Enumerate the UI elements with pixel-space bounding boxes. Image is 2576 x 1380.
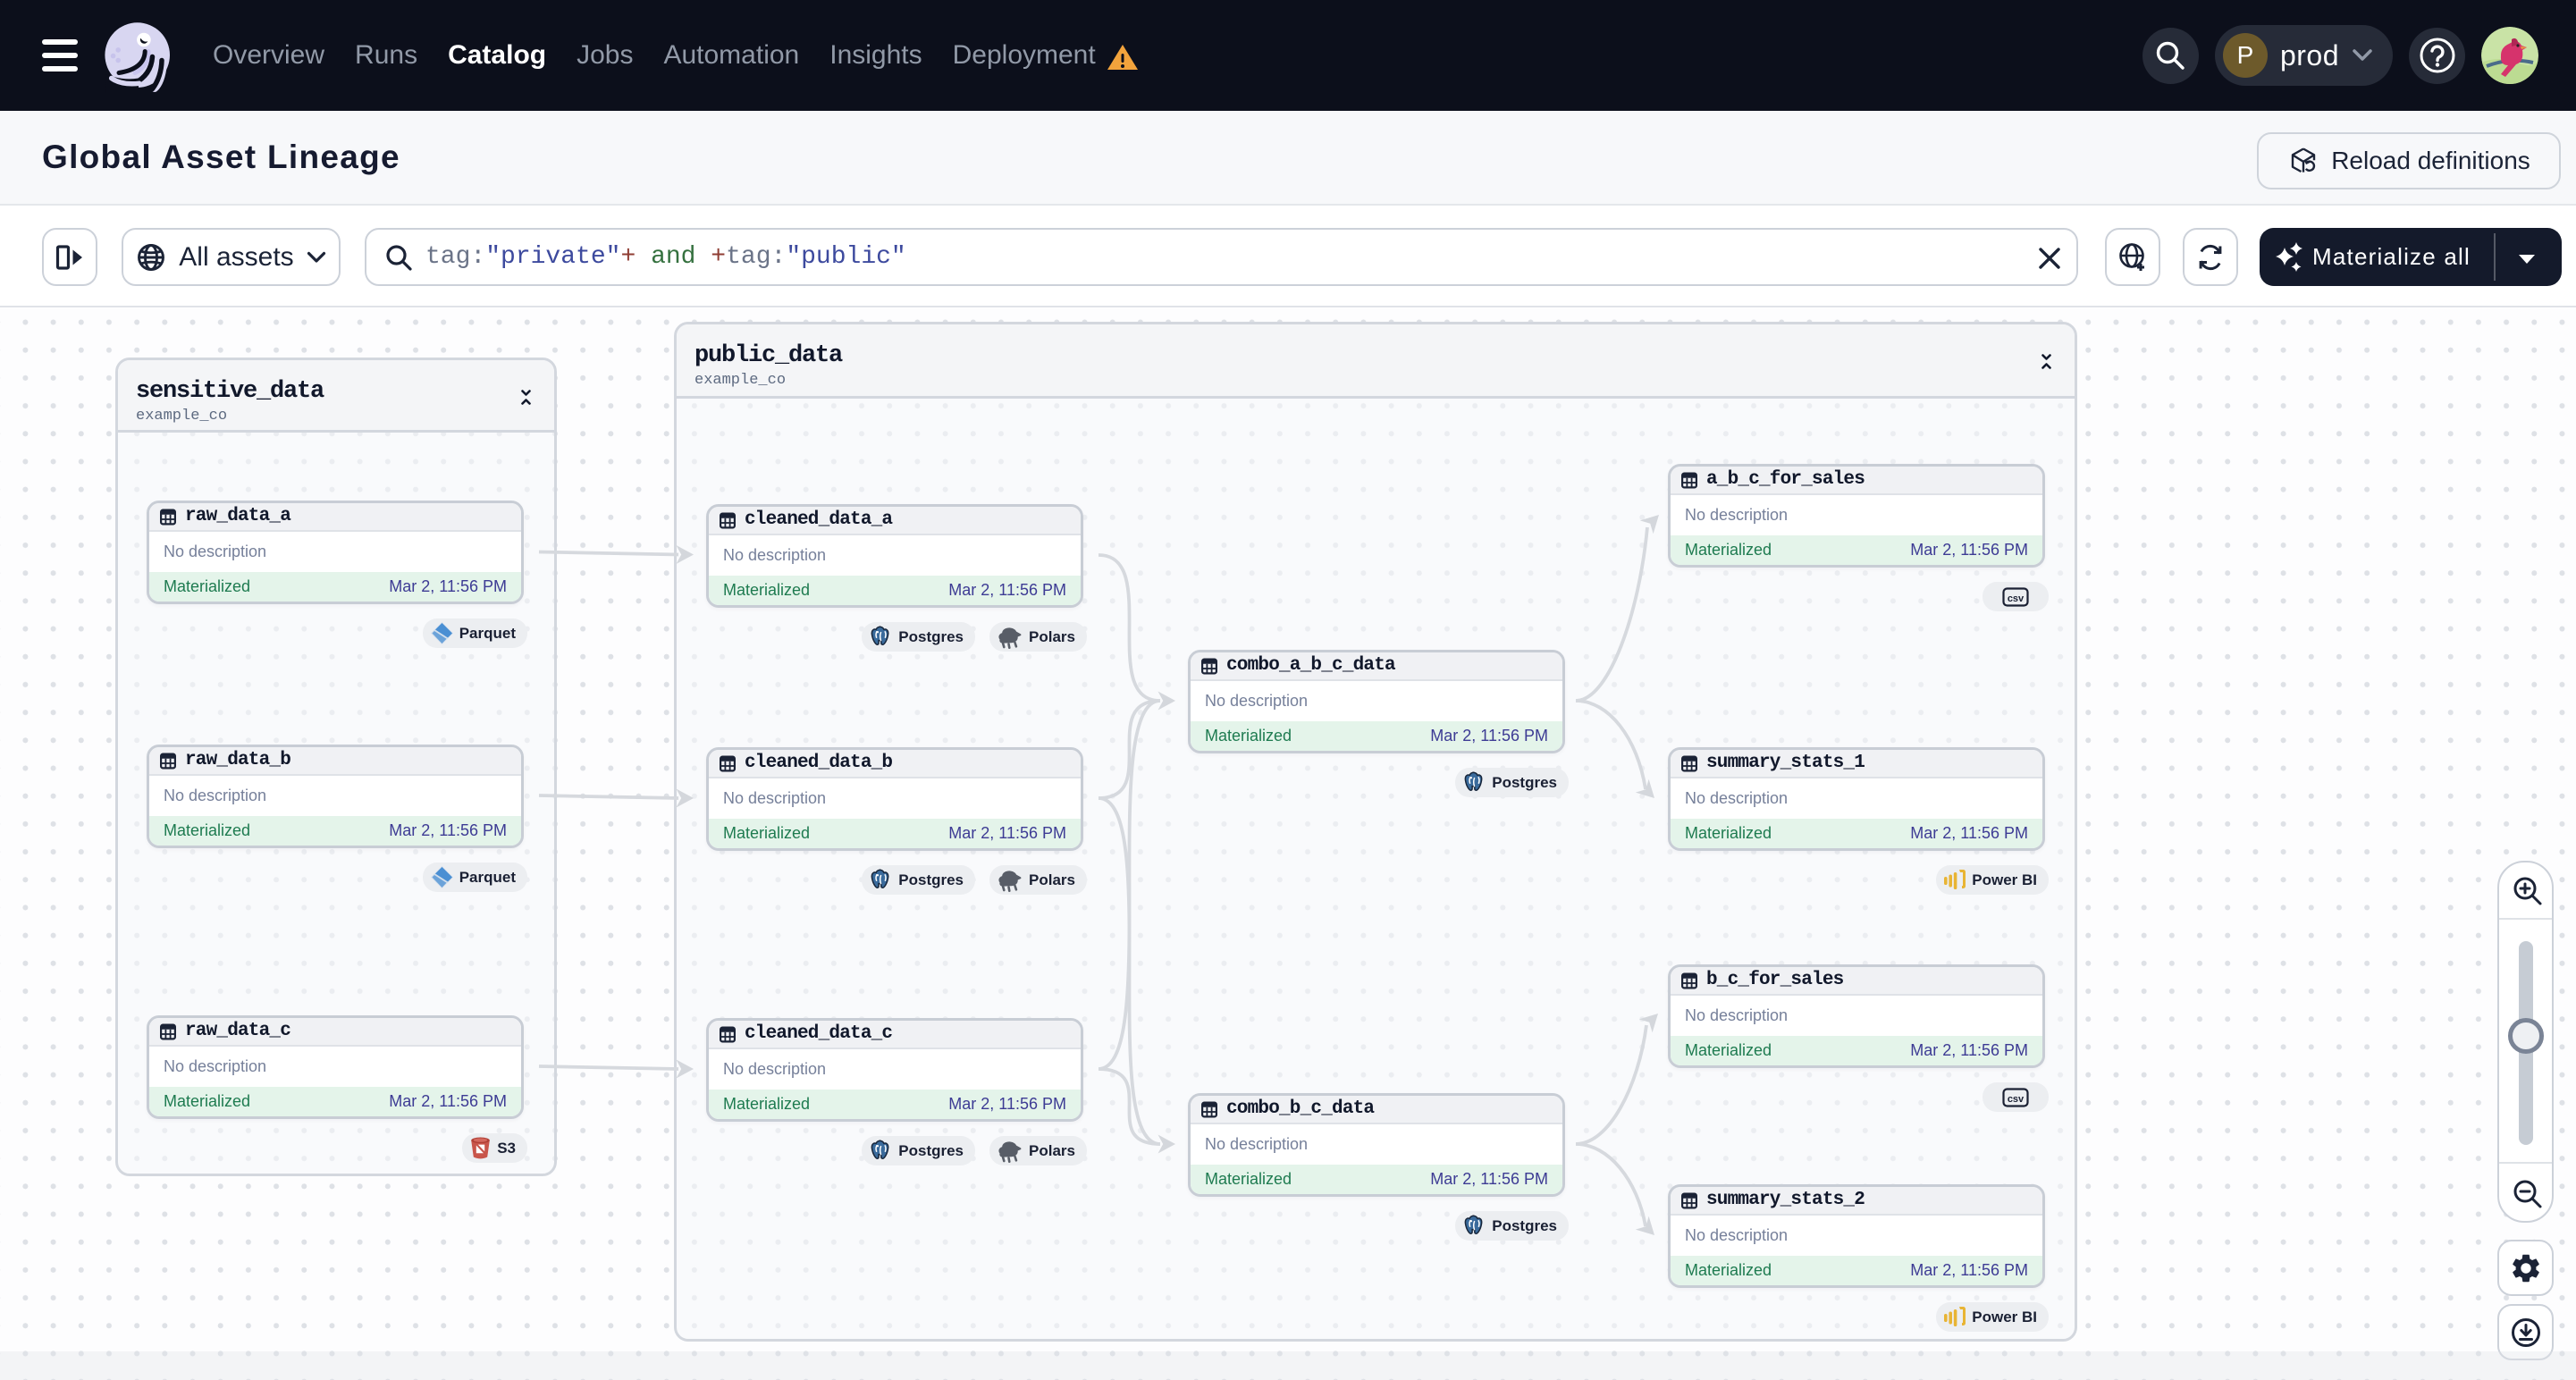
svg-text:csv: csv: [2008, 593, 2025, 604]
svg-text:csv: csv: [2008, 1094, 2025, 1105]
